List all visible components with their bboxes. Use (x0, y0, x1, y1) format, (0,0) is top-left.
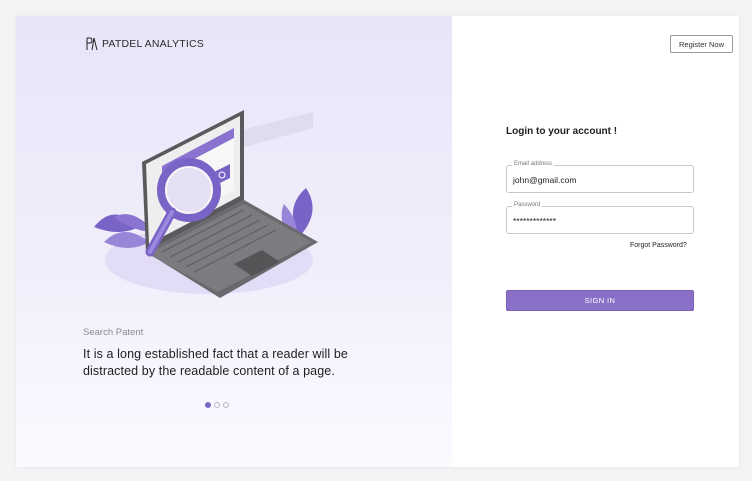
email-input[interactable] (513, 175, 683, 185)
brand-name: PATDEL ANALYTICS (102, 38, 205, 50)
carousel-dot-1[interactable] (205, 402, 211, 408)
email-field[interactable]: Email address (506, 161, 694, 193)
laptop-search-illustration (94, 110, 318, 298)
carousel-dot-3[interactable] (223, 402, 229, 408)
carousel-dots (205, 402, 229, 408)
login-panel: Register Now Login to your account ! Ema… (452, 16, 739, 467)
forgot-password-link[interactable]: Forgot Password? (630, 242, 687, 249)
carousel-dot-2[interactable] (214, 402, 220, 408)
login-title: Login to your account ! (506, 126, 618, 137)
email-label: Email address (512, 161, 555, 167)
hero-text: It is a long established fact that a rea… (83, 347, 348, 378)
hero-label: Search Patent (83, 327, 144, 338)
register-button[interactable]: Register Now (670, 35, 733, 53)
brand-logo: PATDEL ANALYTICS (86, 37, 204, 51)
pa-logo-icon (86, 37, 98, 51)
login-page: PATDEL ANALYTICS Search Patent It is a l… (16, 16, 739, 467)
sign-in-button[interactable]: SIGN IN (506, 290, 694, 311)
password-label: Password (512, 202, 543, 208)
password-field[interactable]: Password (506, 202, 694, 234)
hero-panel: PATDEL ANALYTICS Search Patent It is a l… (16, 16, 452, 467)
password-input[interactable] (513, 216, 683, 226)
